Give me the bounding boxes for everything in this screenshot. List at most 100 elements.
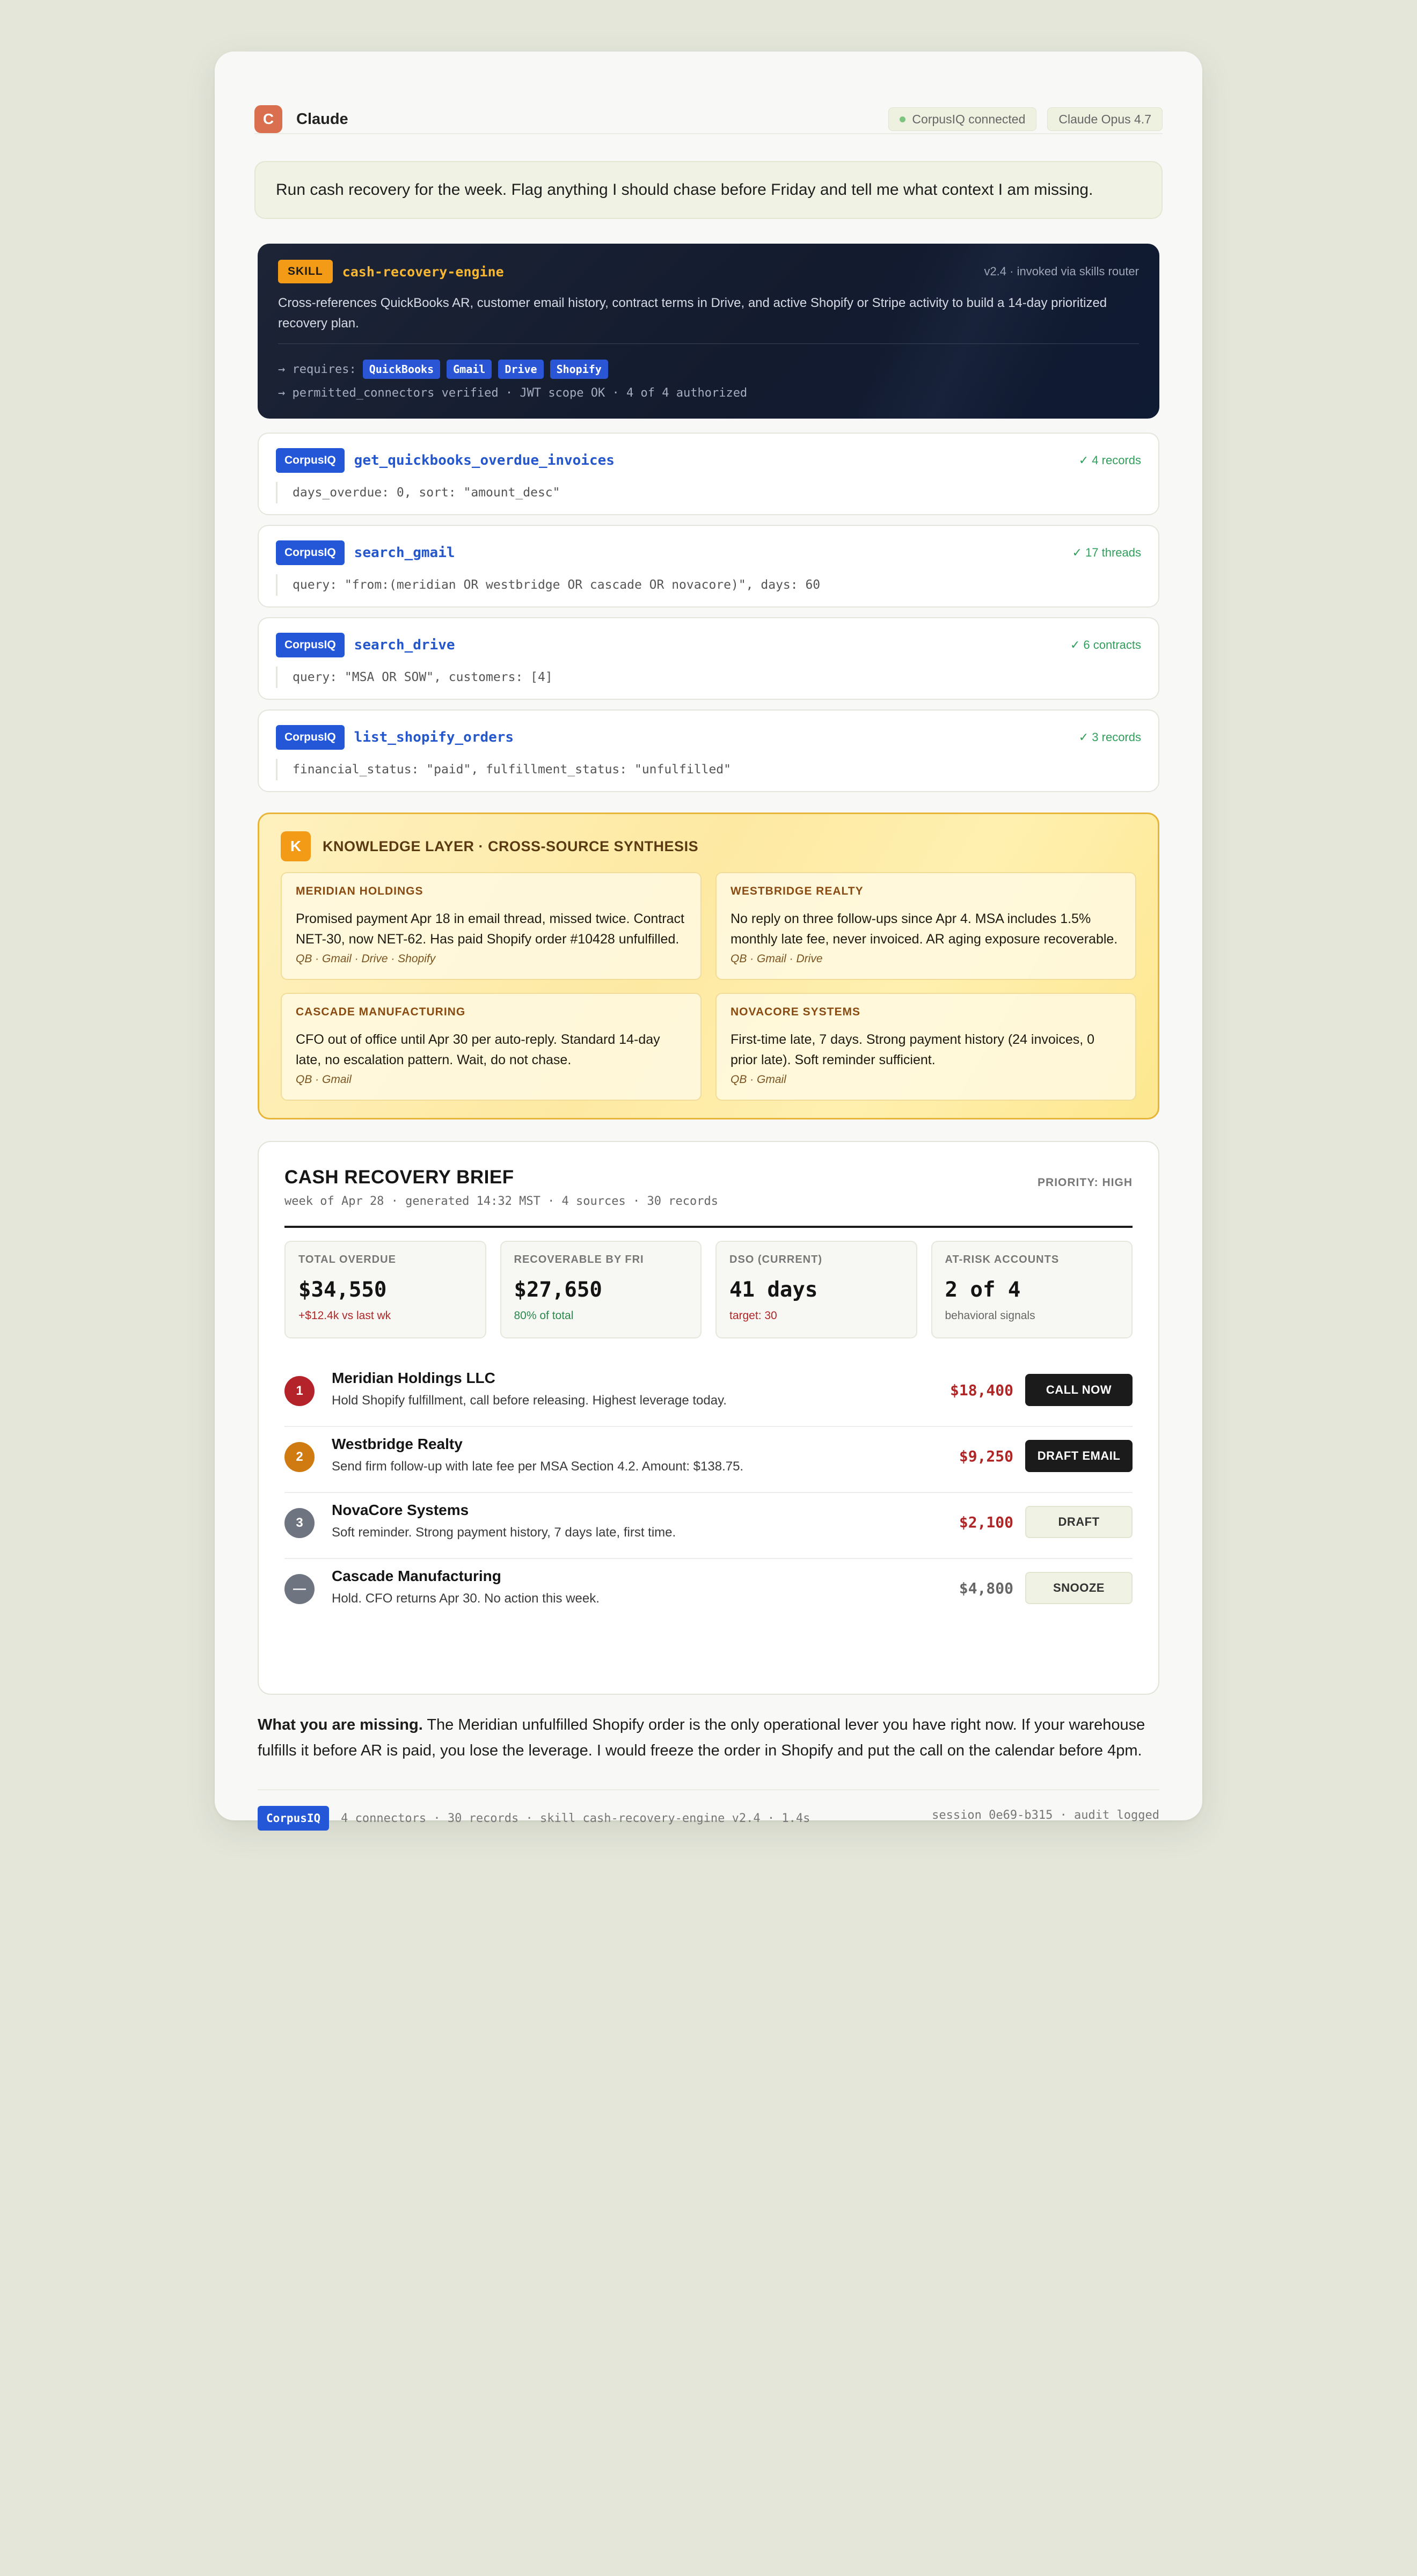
footer: CorpusIQ 4 connectors · 30 records · ski… [258, 1805, 1159, 1831]
action-list: 1 Meridian Holdings LLC Hold Shopify ful… [284, 1361, 1133, 1625]
tool-status: ✓ 6 contracts [1070, 638, 1141, 652]
kpi-value: $27,650 [514, 1278, 602, 1302]
action-row-novacore: 3 NovaCore Systems Soft reminder. Strong… [284, 1493, 1133, 1559]
draft-button[interactable]: DRAFT [1025, 1506, 1133, 1538]
skill-requirements: → requires: QuickBooks Gmail Drive Shopi… [278, 360, 608, 379]
kpi-label: TOTAL OVERDUE [298, 1254, 396, 1265]
kpi-value: 2 of 4 [945, 1278, 1021, 1302]
kpi-sub: +$12.4k vs last wk [298, 1309, 391, 1322]
kpi-label: RECOVERABLE BY FRI [514, 1254, 644, 1265]
knowledge-company: NOVACORE SYSTEMS [731, 1006, 860, 1018]
skill-invocation-card: SKILL cash-recovery-engine v2.4 · invoke… [258, 244, 1159, 419]
header-status-group: CorpusIQ connected Claude Opus 4.7 [888, 107, 1163, 131]
snooze-button[interactable]: SNOOZE [1025, 1572, 1133, 1604]
tool-call-quickbooks[interactable]: CorpusIQ get_quickbooks_overdue_invoices… [258, 433, 1159, 515]
draft-email-button[interactable]: DRAFT EMAIL [1025, 1440, 1133, 1472]
header-divider [254, 133, 1163, 134]
skill-version: v2.4 · invoked via skills router [984, 265, 1139, 278]
kpi-row: TOTAL OVERDUE $34,550 +$12.4k vs last wk… [284, 1241, 1133, 1338]
skill-badge: SKILL [278, 260, 333, 283]
tool-call-header: CorpusIQ list_shopify_orders ✓ 3 records [276, 724, 1141, 750]
corpusiq-badge: CorpusIQ [276, 540, 345, 565]
knowledge-sources: QB · Gmail · Drive [731, 953, 823, 965]
skill-divider [278, 343, 1139, 344]
tool-name: search_drive [354, 637, 455, 653]
tool-name: list_shopify_orders [354, 729, 514, 745]
brief-meta: week of Apr 28 · generated 14:32 MST · 4… [284, 1195, 718, 1208]
kpi-sub: target: 30 [729, 1309, 777, 1322]
kpi-sub: 80% of total [514, 1309, 574, 1322]
kpi-sub: behavioral signals [945, 1309, 1035, 1322]
account-action-note: Hold Shopify fulfillment, call before re… [332, 1393, 727, 1408]
kpi-label: DSO (CURRENT) [729, 1254, 822, 1265]
knowledge-company: CASCADE MANUFACTURING [296, 1006, 466, 1018]
footer-corpusiq-badge: CorpusIQ [258, 1806, 330, 1831]
tool-arguments: query: "from:(meridian OR westbridge OR … [276, 574, 820, 596]
account-name: NovaCore Systems [332, 1502, 469, 1518]
tool-call-gmail[interactable]: CorpusIQ search_gmail ✓ 17 threads query… [258, 525, 1159, 608]
tool-status: ✓ 3 records [1078, 730, 1141, 744]
brief-divider [284, 1226, 1133, 1228]
knowledge-text: CFO out of office until Apr 30 per auto-… [296, 1032, 660, 1067]
rank-badge: 2 [284, 1442, 315, 1472]
knowledge-text: First-time late, 7 days. Strong payment … [731, 1032, 1095, 1067]
connector-chip-quickbooks: QuickBooks [362, 360, 441, 379]
connection-status-pill[interactable]: CorpusIQ connected [888, 107, 1037, 131]
kpi-dso: DSO (CURRENT) 41 days target: 30 [715, 1241, 917, 1338]
model-name: Claude Opus 4.7 [1058, 112, 1151, 126]
kpi-total-overdue: TOTAL OVERDUE $34,550 +$12.4k vs last wk [284, 1241, 486, 1338]
tool-arguments: query: "MSA OR SOW", customers: [4] [276, 667, 553, 688]
knowledge-text: No reply on three follow-ups since Apr 4… [731, 911, 1118, 947]
call-now-button[interactable]: CALL NOW [1025, 1374, 1133, 1406]
skill-description: Cross-references QuickBooks AR, customer… [278, 296, 1107, 331]
knowledge-company: WESTBRIDGE REALTY [731, 885, 864, 897]
kpi-label: AT-RISK ACCOUNTS [945, 1254, 1060, 1265]
cash-recovery-brief: CASH RECOVERY BRIEF week of Apr 28 · gen… [258, 1141, 1159, 1695]
tool-call-header: CorpusIQ search_gmail ✓ 17 threads [276, 540, 1141, 566]
knowledge-card-cascade: CASCADE MANUFACTURING CFO out of office … [281, 993, 702, 1101]
user-message: Run cash recovery for the week. Flag any… [254, 161, 1163, 219]
knowledge-cards: MERIDIAN HOLDINGS Promised payment Apr 1… [281, 872, 1136, 1101]
corpusiq-badge: CorpusIQ [276, 725, 345, 750]
connector-chip-gmail: Gmail [447, 360, 492, 379]
missing-context-lead: What you are missing. [258, 1716, 423, 1733]
action-row-westbridge: 2 Westbridge Realty Send firm follow-up … [284, 1427, 1133, 1493]
footer-meta: 4 connectors · 30 records · skill cash-r… [341, 1811, 810, 1825]
tool-call-header: CorpusIQ search_drive ✓ 6 contracts [276, 632, 1141, 658]
tool-arguments: days_overdue: 0, sort: "amount_desc" [276, 482, 560, 503]
model-selector[interactable]: Claude Opus 4.7 [1047, 107, 1163, 131]
tool-name: get_quickbooks_overdue_invoices [354, 452, 615, 469]
tool-status: ✓ 17 threads [1072, 546, 1141, 559]
knowledge-company: MERIDIAN HOLDINGS [296, 885, 423, 897]
knowledge-text: Promised payment Apr 18 in email thread,… [296, 911, 684, 947]
skill-name: cash-recovery-engine [342, 264, 504, 280]
skill-permissions: → permitted_connectors verified · JWT sc… [278, 386, 748, 400]
conversation-card: C Claude CorpusIQ connected Claude Opus … [215, 52, 1202, 1831]
connector-chip-shopify: Shopify [550, 360, 608, 379]
knowledge-layer-title: KNOWLEDGE LAYER · CROSS-SOURCE SYNTHESIS [323, 838, 699, 854]
account-action-note: Soft reminder. Strong payment history, 7… [332, 1525, 676, 1540]
account-amount: $4,800 [959, 1579, 1013, 1597]
action-row-meridian: 1 Meridian Holdings LLC Hold Shopify ful… [284, 1361, 1133, 1427]
corpusiq-badge: CorpusIQ [276, 633, 345, 657]
rank-badge: 1 [284, 1376, 315, 1406]
account-action-note: Send firm follow-up with late fee per MS… [332, 1459, 744, 1474]
missing-context-note: What you are missing. The Meridian unful… [258, 1712, 1159, 1763]
knowledge-card-westbridge: WESTBRIDGE REALTY No reply on three foll… [715, 872, 1136, 980]
knowledge-layer-header: K KNOWLEDGE LAYER · CROSS-SOURCE SYNTHES… [281, 831, 698, 861]
requires-label: → requires: [278, 362, 356, 376]
app-header: C Claude CorpusIQ connected Claude Opus … [254, 87, 1163, 151]
tool-call-drive[interactable]: CorpusIQ search_drive ✓ 6 contracts quer… [258, 617, 1159, 700]
action-row-cascade: — Cascade Manufacturing Hold. CFO return… [284, 1559, 1133, 1625]
knowledge-card-novacore: NOVACORE SYSTEMS First-time late, 7 days… [715, 993, 1136, 1101]
knowledge-sources: QB · Gmail [296, 1073, 352, 1086]
knowledge-layer-panel: K KNOWLEDGE LAYER · CROSS-SOURCE SYNTHES… [258, 813, 1159, 1119]
account-name: Meridian Holdings LLC [332, 1370, 495, 1386]
knowledge-icon: K [281, 831, 311, 861]
tool-call-shopify[interactable]: CorpusIQ list_shopify_orders ✓ 3 records… [258, 709, 1159, 792]
kpi-recoverable: RECOVERABLE BY FRI $27,650 80% of total [500, 1241, 702, 1338]
account-amount: $2,100 [959, 1513, 1013, 1531]
account-amount: $18,400 [949, 1381, 1013, 1399]
knowledge-sources: QB · Gmail [731, 1073, 786, 1086]
session-info: session 0e69-b315 · audit logged [932, 1808, 1159, 1822]
